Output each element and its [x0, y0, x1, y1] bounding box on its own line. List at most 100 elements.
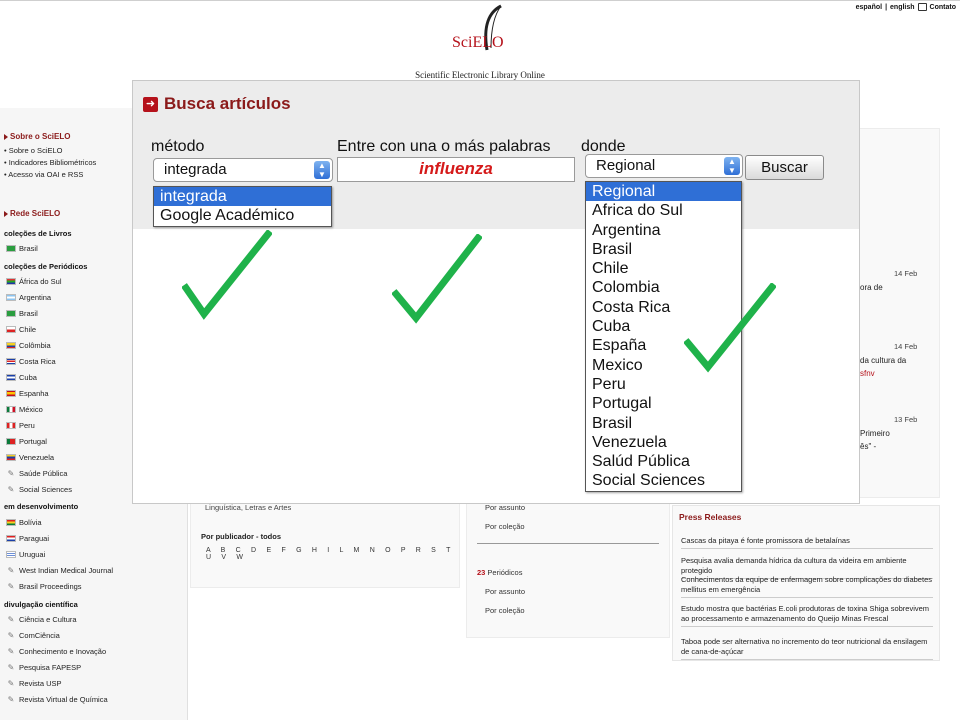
sidebar-item-peru[interactable]: Peru [6, 421, 35, 430]
search-input[interactable]: influenza [337, 157, 575, 182]
sidebar-item-espanha[interactable]: Espanha [6, 389, 49, 398]
periodicos-count[interactable]: 23 Periódicos [477, 568, 522, 577]
sidebar-item-uruguai[interactable]: Uruguai [6, 550, 45, 559]
sidebar-item-pesquisa-fapesp[interactable]: ✎ Pesquisa FAPESP [6, 663, 81, 672]
sidebar-link-indicadores[interactable]: • Indicadores Bibliométricos [4, 158, 96, 167]
donde-option[interactable]: Social Sciences [586, 471, 741, 490]
group-periodicos-title: coleções de Periódicos [4, 262, 88, 271]
publisher-title: Por publicador - todos [201, 532, 281, 541]
top-divider [0, 0, 960, 1]
area-link[interactable]: Linguística, Letras e Artes [205, 503, 291, 512]
by-subject-link[interactable]: Por assunto [485, 503, 525, 512]
pen-icon: ✎ [7, 631, 15, 640]
areas-panel: Linguística, Letras e Artes Por publicad… [190, 490, 460, 588]
pen-icon: ✎ [7, 615, 15, 624]
sidebar-item-paraguai[interactable]: Paraguai [6, 534, 49, 543]
press-item[interactable]: Conhecimentos da equipe de enfermagem so… [681, 575, 933, 598]
logo-text: SciELO [452, 34, 504, 51]
press-item[interactable]: Estudo mostra que bactérias E.coli produ… [681, 604, 933, 627]
lang-en-link[interactable]: english [890, 4, 915, 11]
by-collection-link[interactable]: Por coleção [485, 522, 525, 531]
sidebar-item-bolivia[interactable]: Bolívia [6, 518, 42, 527]
sidebar-item-brasil-proceedings[interactable]: ✎ Brasil Proceedings [6, 582, 82, 591]
pen-icon: ✎ [7, 469, 15, 478]
flag-icon [6, 390, 16, 397]
sidebar-item-west-indian[interactable]: ✎ West Indian Medical Journal [6, 566, 113, 575]
sidebar-link-oai[interactable]: • Acesso via OAI e RSS [4, 170, 83, 179]
sidebar-item-conhecimento[interactable]: ✎ Conhecimento e Inovação [6, 647, 107, 656]
sidebar-item-colombia[interactable]: Colômbia [6, 341, 51, 350]
donde-option[interactable]: Brasil [586, 240, 741, 259]
checkmark-icon [684, 283, 776, 373]
donde-option[interactable]: Regional [586, 182, 741, 202]
buscar-button[interactable]: Buscar [745, 155, 824, 180]
flag-icon [6, 342, 16, 349]
flag-icon [6, 519, 16, 526]
arrow-right-icon: ➜ [143, 96, 158, 112]
donde-option[interactable]: Brasil [586, 414, 741, 433]
donde-option[interactable]: Africa do Sul [586, 201, 741, 220]
metodo-option[interactable]: Google Académico [154, 206, 331, 225]
sidebar-item-mexico[interactable]: México [6, 405, 43, 414]
sidebar-item-africa[interactable]: África do Sul [6, 277, 62, 286]
arrow-right-icon [4, 210, 8, 217]
sidebar-item-portugal[interactable]: Portugal [6, 437, 47, 446]
lang-es-link[interactable]: español [856, 4, 882, 11]
news-fragment-2b[interactable]: sfnv [860, 369, 875, 378]
flag-icon [6, 326, 16, 333]
news-date-3: 13 Feb [894, 415, 918, 424]
news-fragment-3b[interactable]: ês" - [860, 442, 876, 451]
sidebar-section-sobre[interactable]: Sobre o SciELO [4, 132, 70, 141]
flag-icon [6, 245, 16, 252]
contact-link[interactable]: Contato [930, 4, 956, 11]
news-date-2: 14 Feb [894, 342, 918, 351]
press-item[interactable]: Taboa pode ser alternativa no incremento… [681, 637, 933, 660]
news-fragment-2[interactable]: da cultura da [860, 356, 906, 365]
news-date-1: 14 Feb [894, 269, 918, 278]
donde-option[interactable]: Portugal [586, 394, 741, 413]
flag-icon [6, 454, 16, 461]
sidebar-item-chile[interactable]: Chile [6, 325, 36, 334]
pen-icon: ✎ [7, 695, 15, 704]
alphabet-index[interactable]: A B C D E F G H I L M N O P R S T U V W [206, 547, 459, 561]
sidebar-item-social-sciences[interactable]: ✎ Social Sciences [6, 485, 72, 494]
sidebar-item-revista-usp[interactable]: ✎ Revista USP [6, 679, 62, 688]
press-title: Press Releases [679, 512, 742, 522]
donde-option[interactable]: Peru [586, 375, 741, 394]
donde-select[interactable]: Regional ▲ ▼ [585, 154, 743, 178]
envelope-icon[interactable] [917, 3, 927, 11]
sidebar-item-livros-brasil[interactable]: Brasil [6, 244, 38, 253]
flag-icon [6, 278, 16, 285]
divider [477, 543, 659, 544]
news-fragment-3[interactable]: Primeiro [860, 429, 890, 438]
sidebar-item-revista-virtual-quimica[interactable]: ✎ Revista Virtual de Química [6, 695, 108, 704]
sidebar-item-saude-publica[interactable]: ✎ Saúde Pública [6, 469, 68, 478]
sidebar-item-argentina[interactable]: Argentina [6, 293, 51, 302]
sidebar-link-sobre[interactable]: • Sobre o SciELO [4, 146, 63, 155]
pen-icon: ✎ [7, 663, 15, 672]
press-item[interactable]: Cascas da pitaya é fonte promissora de b… [681, 536, 933, 549]
flag-icon [6, 294, 16, 301]
flag-icon [6, 374, 16, 381]
press-releases: Press Releases Cascas da pitaya é fonte … [672, 505, 940, 661]
sidebar-item-comciencia[interactable]: ✎ ComCiência [6, 631, 60, 640]
metodo-option[interactable]: integrada [154, 187, 331, 207]
donde-option[interactable]: Chile [586, 259, 741, 278]
donde-option[interactable]: Venezuela [586, 433, 741, 452]
collections-panel: Por assunto Por coleção 23 Periódicos Po… [466, 490, 670, 638]
flag-icon [6, 406, 16, 413]
sidebar-item-brasil[interactable]: Brasil [6, 309, 38, 318]
sidebar-item-cuba[interactable]: Cuba [6, 373, 37, 382]
scielo-logo[interactable]: SciELO Scientific Electronic Library Onl… [415, 2, 545, 82]
sidebar-item-ciencia-cultura[interactable]: ✎ Ciência e Cultura [6, 615, 77, 624]
sidebar-item-costa-rica[interactable]: Costa Rica [6, 357, 56, 366]
by-subject-link-2[interactable]: Por assunto [485, 587, 525, 596]
sidebar-section-rede[interactable]: Rede SciELO [4, 209, 60, 218]
donde-option[interactable]: Salúd Pública [586, 452, 741, 471]
sidebar-item-venezuela[interactable]: Venezuela [6, 453, 54, 462]
metodo-select[interactable]: integrada ▲ ▼ [153, 158, 333, 182]
by-collection-link-2[interactable]: Por coleção [485, 606, 525, 615]
news-fragment-1[interactable]: ora de [860, 283, 883, 292]
logo-tagline: Scientific Electronic Library Online [415, 70, 545, 80]
donde-option[interactable]: Argentina [586, 221, 741, 240]
